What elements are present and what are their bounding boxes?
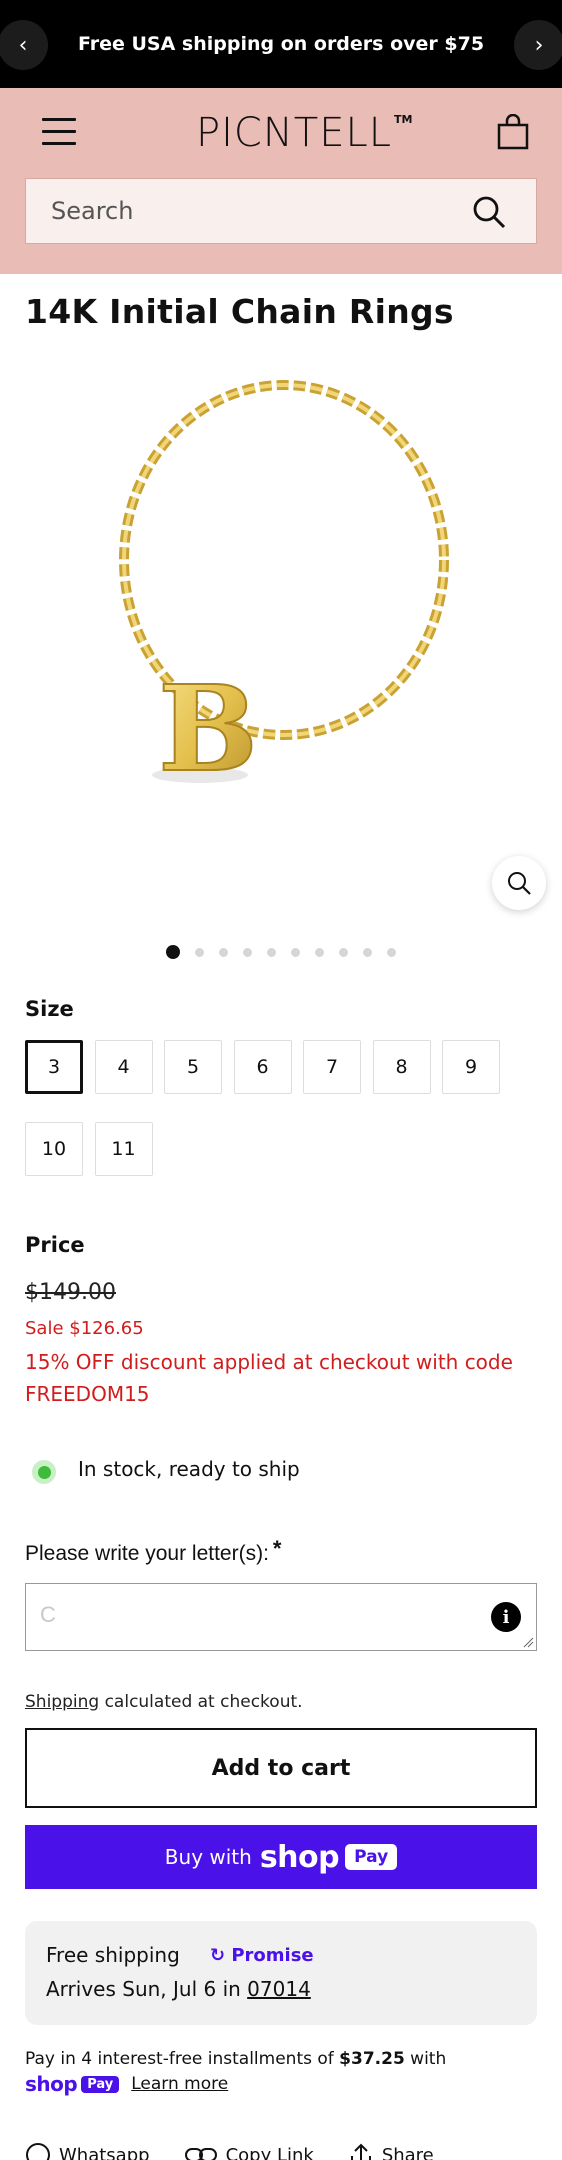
size-option-7[interactable]: 7 [303,1040,361,1094]
required-marker: * [272,1536,282,1561]
gallery-dot[interactable] [195,947,204,957]
discount-note: 15% OFF discount applied at checkout wit… [25,1350,513,1406]
installments-text: Pay in 4 interest-free installments of $… [25,2049,447,2069]
stock-status-icon [32,1460,56,1484]
price-label: Price [25,1233,85,1257]
size-label: Size [25,997,74,1021]
original-price: $149.00 [25,1280,116,1305]
letter-label-text: Please write your letter(s): [25,1542,269,1565]
site-logo[interactable]: PICNTELL TM [196,108,413,158]
gallery-pagination [166,945,411,959]
letter-field-label: Please write your letter(s): * [25,1536,281,1566]
letter-field: i [25,1583,537,1651]
share-button[interactable]: Share [348,2140,434,2160]
gallery-dot[interactable] [243,947,252,957]
announcement-prev-button[interactable]: ‹ [0,20,48,70]
pay-badge: Pay [345,1844,398,1870]
size-option-4[interactable]: 4 [94,1040,153,1094]
gallery-dot[interactable] [387,947,396,957]
size-option-10[interactable]: 10 [25,1122,83,1176]
zoom-button[interactable] [492,856,546,910]
size-option-6[interactable]: 6 [233,1040,292,1094]
free-shipping-text: Free shipping [46,1943,180,1967]
size-option-5[interactable]: 5 [164,1040,222,1094]
shop-logo: shop [259,1839,340,1875]
announcement-bar: ‹ Free USA shipping on orders over $75 › [0,0,562,88]
shop-pay-logo: shop [25,2072,78,2096]
promise-icon: ↻ [210,1945,232,1966]
zip-code-link[interactable]: 07014 [247,1977,311,2001]
gallery-dot[interactable] [219,947,228,957]
shop-pay-button[interactable]: Buy with shop Pay [25,1825,537,1889]
shipping-promise-card: Free shipping ↻ Promise Arrives Sun, Jul… [25,1921,537,2025]
shipping-note: Shipping calculated at checkout. [25,1692,303,1712]
gallery-dot[interactable] [291,947,300,957]
chevron-left-icon: ‹ [18,32,28,58]
resize-handle-icon[interactable] [522,1636,534,1648]
search-bar [25,178,537,244]
buy-with-text: Buy with [164,1845,252,1869]
shopping-bag-icon[interactable] [496,113,530,150]
search-icon[interactable] [472,195,506,229]
arrival-text: Arrives Sun, Jul 6 in 07014 [46,1977,311,2001]
gallery-dot[interactable] [339,947,348,957]
shop-pay-badge: Pay [81,2075,120,2093]
stock-status-text: In stock, ready to ship [78,1457,300,1481]
copy-link-button[interactable]: Copy Link [184,2140,314,2160]
shipping-note-text: calculated at checkout. [99,1692,303,1712]
chevron-right-icon: › [534,32,544,58]
shipping-link[interactable]: Shipping [25,1692,99,1712]
whatsapp-icon [26,2143,50,2160]
link-icon [184,2148,217,2160]
search-input[interactable] [26,197,456,225]
product-image[interactable]: B [60,380,500,820]
sale-price: Sale $126.65 [25,1318,144,1339]
gallery-dot[interactable] [363,947,372,957]
info-icon[interactable]: i [491,1602,521,1632]
gallery-dot[interactable] [166,945,180,959]
promise-badge: ↻ Promise [210,1945,314,1966]
learn-more-link[interactable]: Learn more [131,2074,228,2094]
gallery-dot[interactable] [315,947,324,957]
zoom-icon [508,872,531,895]
installment-amount: $37.25 [339,2049,405,2069]
size-option-8[interactable]: 8 [372,1040,431,1094]
size-option-9[interactable]: 9 [442,1040,500,1094]
announcement-next-button[interactable]: › [514,20,562,70]
hamburger-menu-icon[interactable] [42,118,78,148]
logo-trademark: TM [394,112,413,126]
size-option-3[interactable]: 3 [25,1040,83,1094]
logo-text: PICNTELL [196,110,393,156]
share-row: Whatsapp Copy Link Share [25,2140,545,2160]
product-title: 14K Initial Chain Rings [25,292,454,331]
add-to-cart-button[interactable]: Add to cart [25,1728,537,1808]
whatsapp-share-button[interactable]: Whatsapp [25,2140,150,2160]
size-option-11[interactable]: 11 [94,1122,153,1176]
letter-input[interactable] [26,1584,536,1650]
initial-letter-charm: B [158,659,258,798]
announcement-text: Free USA shipping on orders over $75 [77,33,485,55]
installments-row: shop Pay Learn more [25,2072,228,2096]
share-icon [350,2143,371,2160]
site-header: PICNTELL TM [0,88,562,274]
gallery-dot[interactable] [267,947,276,957]
